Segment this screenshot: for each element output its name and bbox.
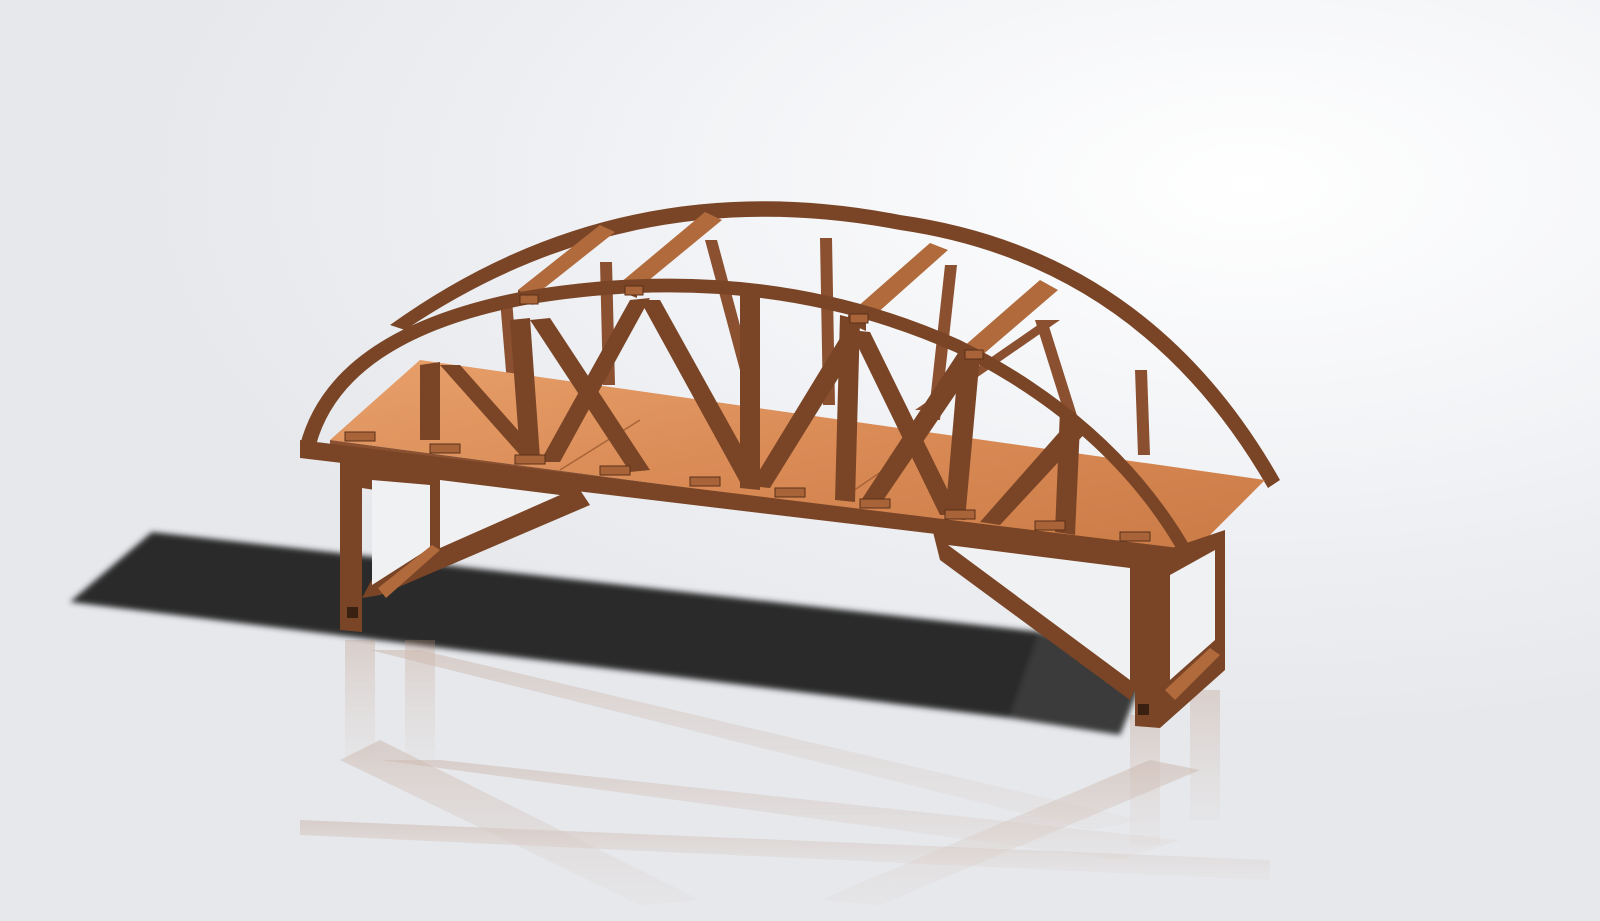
cad-viewport[interactable]: [0, 0, 1600, 921]
bridge-model-render: [70, 201, 1280, 905]
